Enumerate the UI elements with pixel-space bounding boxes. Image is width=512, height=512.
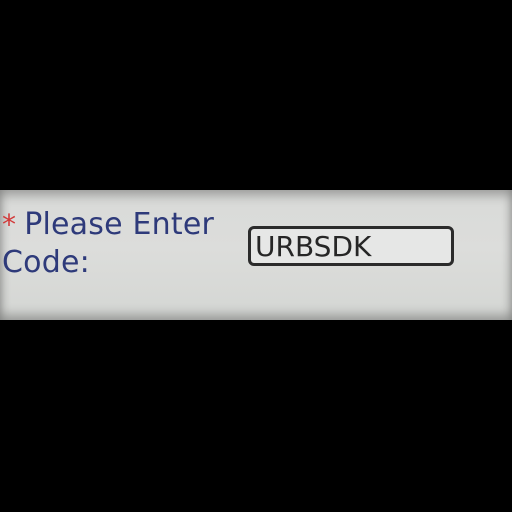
code-label: * Please Enter Code: [2,206,232,282]
code-input[interactable] [248,226,454,266]
code-label-line2: Code: [2,245,90,280]
required-asterisk: * [2,208,17,241]
screen-frame: * Please Enter Code: [0,0,512,512]
code-label-line1: Please Enter [24,207,215,242]
